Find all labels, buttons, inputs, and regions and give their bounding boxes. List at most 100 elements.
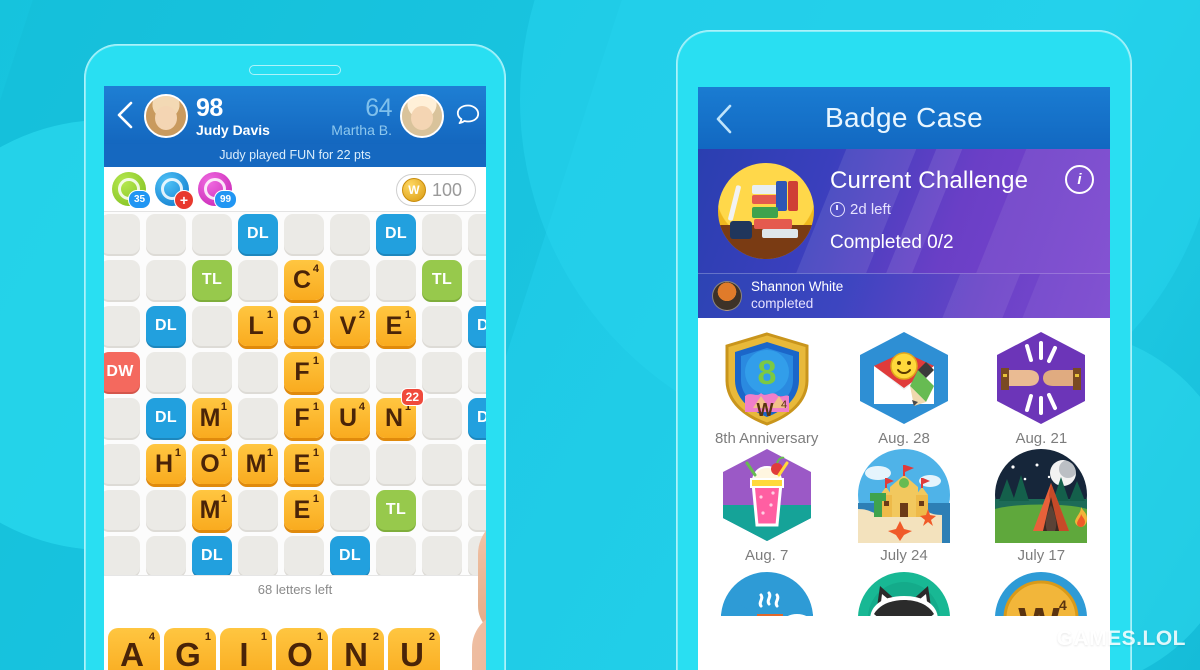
- board-cell-empty[interactable]: [146, 490, 186, 530]
- word-radar-powerup[interactable]: 99: [198, 172, 237, 209]
- player-one[interactable]: 98 Judy Davis: [144, 94, 270, 138]
- badge-item[interactable]: W4: [973, 570, 1110, 616]
- board-cell-empty[interactable]: [146, 260, 186, 300]
- board-cell-empty[interactable]: [330, 352, 370, 392]
- board-cell-dl[interactable]: DL: [468, 398, 486, 438]
- rack-tile[interactable]: O1: [276, 628, 328, 670]
- board-cell-empty[interactable]: [104, 444, 140, 484]
- badge-item[interactable]: Aug. 28: [835, 330, 972, 447]
- board-cell-empty[interactable]: [192, 306, 232, 346]
- board-tile[interactable]: M1: [238, 444, 278, 484]
- tile-rack[interactable]: A4G1I1O1N2U2: [104, 628, 486, 670]
- board-cell-empty[interactable]: [146, 214, 186, 254]
- board-tile[interactable]: V2: [330, 306, 370, 346]
- rack-tile[interactable]: I1: [220, 628, 272, 670]
- friend-activity-row[interactable]: Shannon White completed: [698, 273, 1110, 318]
- board-cell-empty[interactable]: [146, 536, 186, 576]
- chat-bubble-icon[interactable]: [456, 104, 480, 126]
- board-cell-dw[interactable]: DW: [104, 352, 140, 392]
- board-cell-tl[interactable]: TL: [376, 490, 416, 530]
- board-cell-empty[interactable]: [376, 536, 416, 576]
- rack-tile[interactable]: G1: [164, 628, 216, 670]
- board-cell-empty[interactable]: [422, 352, 462, 392]
- board-cell-empty[interactable]: [468, 214, 486, 254]
- board-cell-empty[interactable]: [238, 490, 278, 530]
- board-tile[interactable]: O1: [284, 306, 324, 346]
- board-cell-empty[interactable]: [422, 490, 462, 530]
- board-cell-empty[interactable]: [422, 306, 462, 346]
- tile-points: 2: [372, 631, 379, 643]
- back-button[interactable]: [116, 100, 134, 130]
- board-cell-empty[interactable]: [376, 260, 416, 300]
- info-icon[interactable]: i: [1065, 165, 1094, 194]
- board-cell-empty[interactable]: [238, 352, 278, 392]
- tile-points: 1: [174, 447, 181, 459]
- board-cell-empty[interactable]: [422, 444, 462, 484]
- board-cell-empty[interactable]: [330, 260, 370, 300]
- board-cell-empty[interactable]: [422, 536, 462, 576]
- coin-balance[interactable]: W 100: [395, 174, 476, 206]
- board-tile[interactable]: E1: [284, 444, 324, 484]
- board-cell-empty[interactable]: [104, 260, 140, 300]
- board-tile[interactable]: F1: [284, 352, 324, 392]
- board-cell-empty[interactable]: [284, 536, 324, 576]
- badge-item[interactable]: Aug. 7: [698, 447, 835, 564]
- board-cell-dl[interactable]: DL: [468, 306, 486, 346]
- board-cell-dl[interactable]: DL: [146, 398, 186, 438]
- board-cell-empty[interactable]: [468, 444, 486, 484]
- board-cell-dl[interactable]: DL: [146, 306, 186, 346]
- board-cell-empty[interactable]: [238, 398, 278, 438]
- swap-plus-powerup[interactable]: +: [155, 172, 194, 210]
- board-cell-empty[interactable]: [330, 214, 370, 254]
- board-tile[interactable]: L1: [238, 306, 278, 346]
- board-cell-empty[interactable]: [422, 214, 462, 254]
- board-cell-empty[interactable]: [376, 352, 416, 392]
- board-cell-empty[interactable]: [376, 444, 416, 484]
- board-cell-empty[interactable]: [330, 444, 370, 484]
- board-cell-empty[interactable]: [192, 214, 232, 254]
- current-challenge-banner[interactable]: Current Challenge 2d left Completed 0/2 …: [698, 149, 1110, 273]
- board-tile[interactable]: O1: [192, 444, 232, 484]
- board-tile[interactable]: C4: [284, 260, 324, 300]
- board-cell-empty[interactable]: [468, 352, 486, 392]
- board-cell-empty[interactable]: [104, 398, 140, 438]
- board-cell-dl[interactable]: DL: [238, 214, 278, 254]
- rack-tile[interactable]: N2: [332, 628, 384, 670]
- board-tile[interactable]: N 1 22: [376, 388, 424, 438]
- board-tile[interactable]: M1: [192, 398, 232, 438]
- board-tile[interactable]: M1: [192, 490, 232, 530]
- board-cell-empty[interactable]: [468, 260, 486, 300]
- board-cell-empty[interactable]: [192, 352, 232, 392]
- board-cell-empty[interactable]: [422, 398, 462, 438]
- badge-item[interactable]: July 24: [835, 447, 972, 564]
- badge-item[interactable]: [698, 570, 835, 616]
- board-cell-empty[interactable]: [330, 490, 370, 530]
- badge-item[interactable]: [835, 570, 972, 616]
- board-cell-empty[interactable]: [146, 352, 186, 392]
- hindsight-powerup[interactable]: 35: [112, 172, 151, 209]
- board-cell-dl[interactable]: DL: [192, 536, 232, 576]
- player-two[interactable]: 64 Martha B.: [331, 94, 444, 138]
- board-cell-empty[interactable]: [284, 214, 324, 254]
- board-tile[interactable]: H1: [146, 444, 186, 484]
- badge-item[interactable]: July 17: [973, 447, 1110, 564]
- board-cell-dl[interactable]: DL: [330, 536, 370, 576]
- game-board[interactable]: DLDLTLTLDLDLDWDLDLTLDLDLTLDWC4L1O1V2E1F1…: [104, 212, 486, 601]
- board-tile[interactable]: F1: [284, 398, 324, 438]
- rack-tile[interactable]: U2: [388, 628, 440, 670]
- board-cell-tl[interactable]: TL: [422, 260, 462, 300]
- badge-item[interactable]: Aug. 21: [973, 330, 1110, 447]
- board-cell-empty[interactable]: [104, 306, 140, 346]
- board-cell-empty[interactable]: [238, 260, 278, 300]
- badge-item[interactable]: 8 4 W 8th Anniversary: [698, 330, 835, 447]
- board-cell-empty[interactable]: [238, 536, 278, 576]
- board-cell-dl[interactable]: DL: [376, 214, 416, 254]
- board-tile[interactable]: E1: [284, 490, 324, 530]
- board-tile[interactable]: U4: [330, 398, 370, 438]
- board-cell-tl[interactable]: TL: [192, 260, 232, 300]
- board-tile[interactable]: E1: [376, 306, 416, 346]
- board-cell-empty[interactable]: [104, 214, 140, 254]
- board-cell-empty[interactable]: [104, 490, 140, 530]
- rack-tile[interactable]: A4: [108, 628, 160, 670]
- board-cell-empty[interactable]: [104, 536, 140, 576]
